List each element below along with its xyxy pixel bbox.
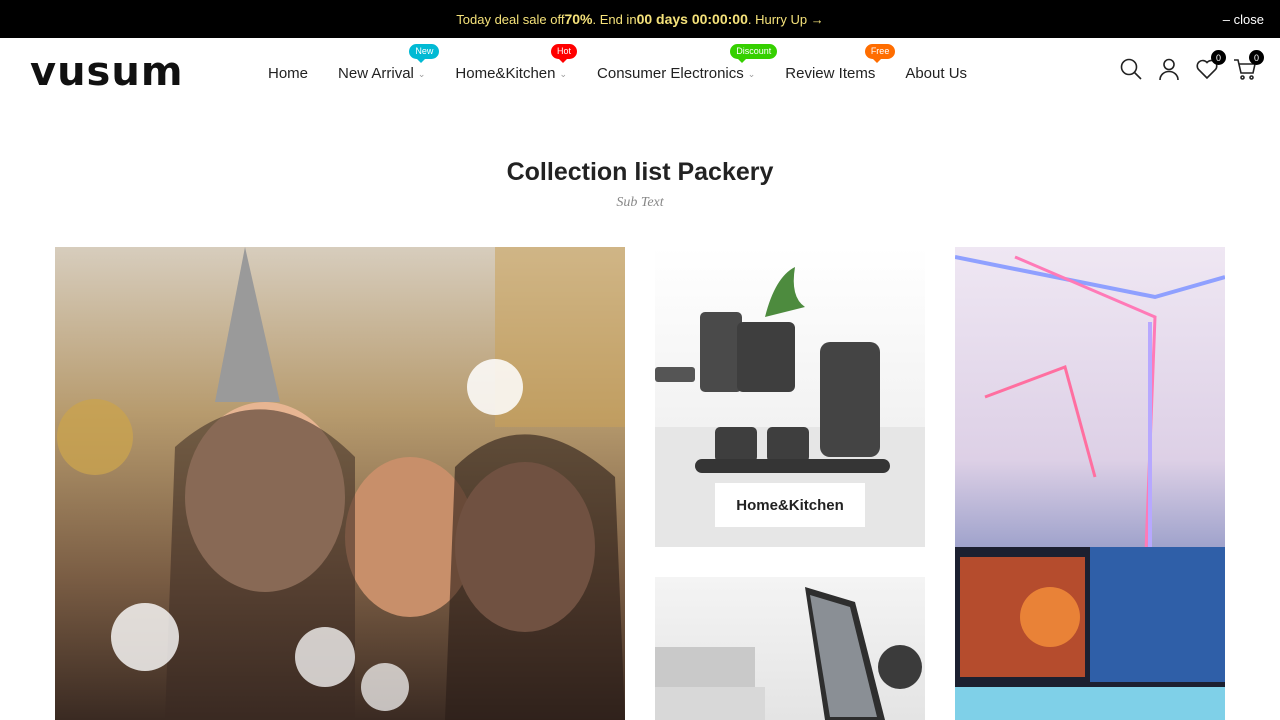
announcement-middle: . End in [592,11,637,27]
main-nav: Home New Arrival ⌄ New Home&Kitchen ⌄ Ho… [268,38,997,108]
header-icons: 0 0 [1106,50,1264,82]
page-subtitle: Sub Text [616,195,664,210]
nav-item-label: About Us [905,64,968,82]
search-icon[interactable] [1118,56,1144,82]
chevron-down-icon: ⌄ [559,68,568,79]
wishlist-count: 0 [1211,50,1226,65]
nav-badge-discount: Discount [730,43,778,63]
nav-item-review-items[interactable]: Review Items Free [785,43,896,82]
chevron-down-icon: ⌄ [747,68,756,79]
account-icon[interactable] [1156,56,1182,82]
announcement-suffix[interactable]: . Hurry Up → [748,12,824,27]
nav-item-label: New Arrival [338,64,414,82]
nav-badge-new: New [409,43,440,63]
collection-tile-home-kitchen[interactable]: Home&Kitchen [655,247,925,547]
nav-badge-free: Free [864,43,896,63]
announcement-countdown: 00 days 00:00:00 [636,11,748,27]
collection-tile-party[interactable] [55,247,625,720]
collection-label-home-kitchen[interactable]: Home&Kitchen [715,483,865,527]
nav-item-home-kitchen[interactable]: Home&Kitchen ⌄ Hot [455,43,578,82]
announcement-prefix: Today deal sale off [456,11,565,27]
collection-tile-laptop[interactable] [655,577,925,720]
site-logo[interactable]: vusum [30,50,184,94]
site-header: vusum Home New Arrival ⌄ New Home&Kitche… [0,38,1280,108]
close-announcement-button[interactable]: – close [1223,0,1264,38]
nav-item-label: Home [268,64,309,82]
laptop-image [655,587,922,720]
nav-item-new-arrival[interactable]: New Arrival ⌄ New [338,43,440,82]
announcement-bar: Today deal sale off 70% . End in 00 days… [0,0,1280,38]
nav-item-about-us[interactable]: About Us [905,65,967,82]
cart-count: 0 [1249,50,1264,65]
party-image [57,247,625,720]
nav-item-label: Consumer Electronics [597,64,744,82]
nav-item-consumer-electronics[interactable]: Consumer Electronics ⌄ Discount [597,43,778,82]
nav-item-label: Home&Kitchen [455,64,556,82]
page-title: Collection list Packery [506,158,774,186]
wishlist-icon[interactable]: 0 [1194,50,1226,82]
chevron-down-icon: ⌄ [417,68,426,79]
nav-item-home[interactable]: Home [268,65,308,82]
cart-icon[interactable]: 0 [1232,50,1264,82]
announcement-discount: 70% [564,11,593,27]
nav-badge-hot: Hot [551,43,578,63]
gaming-image [955,255,1225,720]
collection-tile-gaming[interactable] [955,247,1225,720]
nav-item-label: Review Items [785,64,876,82]
